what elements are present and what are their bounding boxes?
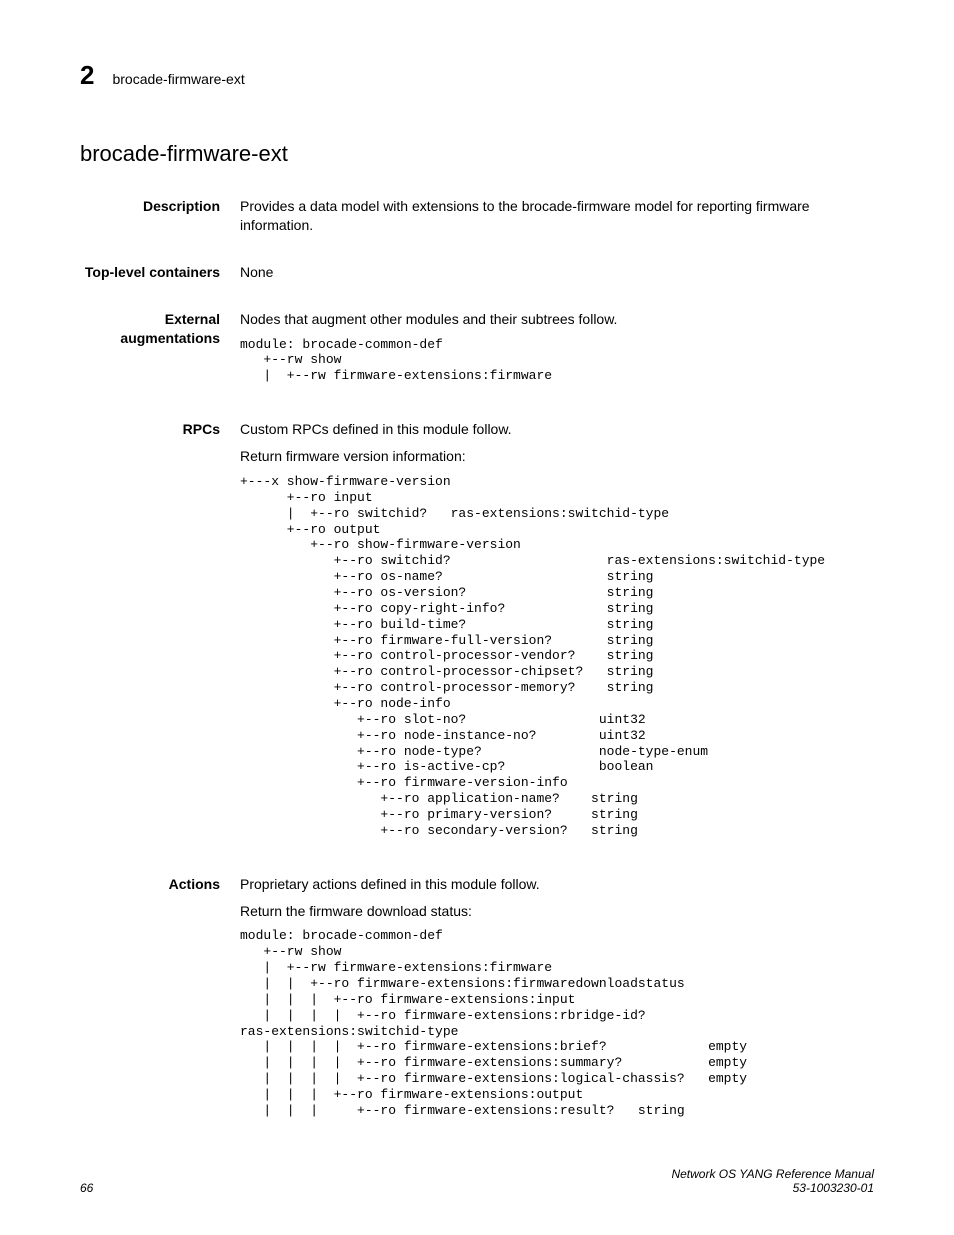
section-title: brocade-firmware-ext — [80, 141, 874, 167]
rpcs-code: +---x show-firmware-version +--ro input … — [240, 474, 874, 839]
augmentations-code: module: brocade-common-def +--rw show | … — [240, 337, 874, 385]
description-label: Description — [80, 197, 240, 243]
running-title: brocade-firmware-ext — [112, 71, 244, 87]
augmentations-label: External augmentations — [80, 310, 240, 400]
containers-text: None — [240, 263, 874, 282]
actions-sub: Return the firmware download status: — [240, 902, 874, 921]
actions-code: module: brocade-common-def +--rw show | … — [240, 928, 874, 1118]
description-text: Provides a data model with extensions to… — [240, 197, 874, 235]
containers-label: Top-level containers — [80, 263, 240, 290]
page-footer: 66 Network OS YANG Reference Manual 53-1… — [80, 1167, 874, 1195]
manual-title: Network OS YANG Reference Manual — [671, 1167, 874, 1181]
rpcs-label: RPCs — [80, 420, 240, 855]
augmentations-intro: Nodes that augment other modules and the… — [240, 310, 874, 329]
rpcs-intro: Custom RPCs defined in this module follo… — [240, 420, 874, 439]
actions-label: Actions — [80, 875, 240, 1135]
page-header: 2 brocade-firmware-ext — [80, 60, 874, 91]
rpcs-sub: Return firmware version information: — [240, 447, 874, 466]
chapter-number: 2 — [80, 60, 94, 91]
doc-number: 53-1003230-01 — [671, 1181, 874, 1195]
page-number: 66 — [80, 1181, 93, 1195]
actions-intro: Proprietary actions defined in this modu… — [240, 875, 874, 894]
